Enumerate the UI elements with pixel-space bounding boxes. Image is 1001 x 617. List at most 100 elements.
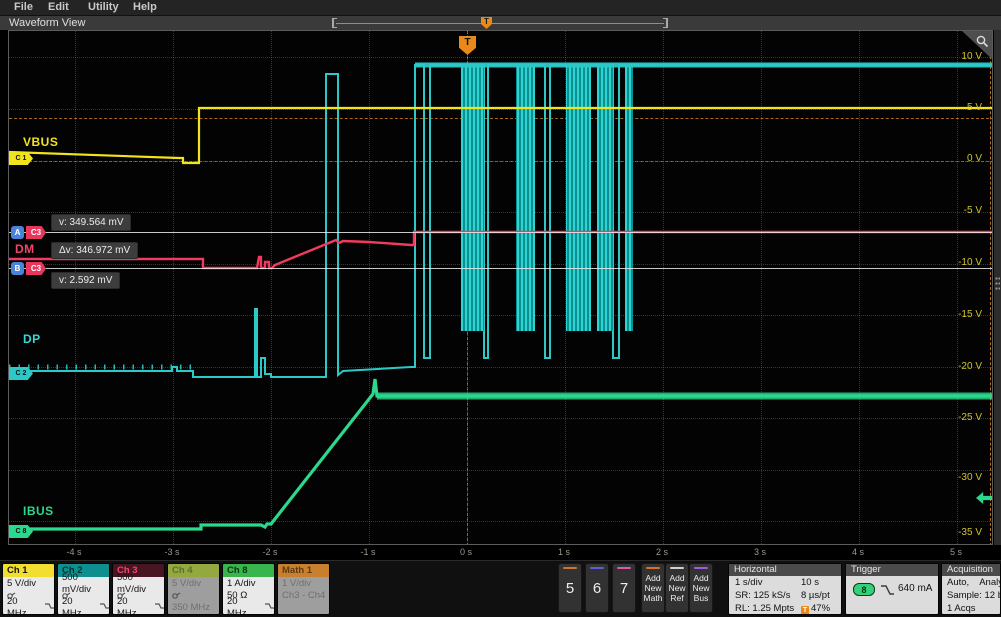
y-axis-label: -20 V bbox=[958, 361, 982, 372]
channel-badge-header: Math 1 bbox=[278, 564, 329, 577]
button-number: 5 bbox=[559, 580, 581, 597]
channel-scale: 5 V/div bbox=[7, 578, 54, 590]
button-number: 7 bbox=[613, 580, 635, 597]
button-color-stripe bbox=[590, 567, 604, 569]
x-axis-label: 1 s bbox=[558, 547, 570, 557]
horizontal-value: 8 µs/pt bbox=[801, 590, 830, 601]
record-trigger-marker[interactable]: T bbox=[481, 17, 492, 29]
cursor-b-line[interactable] bbox=[9, 268, 993, 269]
cursor-b-badge[interactable]: B bbox=[11, 262, 24, 275]
button-label: Add New Bus bbox=[690, 573, 712, 603]
channel-scale: 500 mV/div bbox=[117, 578, 164, 590]
channel-badge-ch8[interactable]: Ch 81 A/div50 Ω20 MHz bbox=[222, 563, 275, 615]
horizontal-value: T47% bbox=[801, 603, 830, 615]
channel-badge-ch4[interactable]: Ch 45 V/div350 MHz bbox=[167, 563, 220, 615]
trigger-panel-title: Trigger bbox=[846, 564, 938, 576]
x-axis-label: 2 s bbox=[656, 547, 668, 557]
channel-badge-body: 5 V/div 350 MHz bbox=[168, 577, 219, 615]
record-view-bar[interactable]: T bbox=[332, 18, 668, 28]
horizontal-panel-title: Horizontal bbox=[729, 564, 841, 576]
menu-item-utility[interactable]: Utility bbox=[88, 1, 119, 13]
acquisition-value: Sample: 12 bit bbox=[947, 590, 1001, 601]
channel-mid-row: Ch3 - Ch4 bbox=[282, 590, 329, 602]
x-axis-label: -1 s bbox=[360, 547, 375, 557]
acquisition-panel[interactable]: Acquisition Auto, Analy Sample: 12 bit 1 A… bbox=[941, 563, 1001, 615]
horizontal-value: 10 s bbox=[801, 577, 819, 588]
x-axis-label: -2 s bbox=[262, 547, 277, 557]
button-color-stripe bbox=[617, 567, 631, 569]
y-axis-label: -30 V bbox=[958, 472, 982, 483]
channel-badge-body: 1 A/div50 Ω20 MHz bbox=[223, 577, 274, 615]
horizontal-value: 1 s/div bbox=[735, 577, 762, 588]
channel-badge-ch1[interactable]: Ch 15 V/div20 MHz bbox=[2, 563, 55, 615]
x-axis-label: 5 s bbox=[950, 547, 962, 557]
y-axis-label: -35 V bbox=[958, 527, 982, 538]
time-axis: -4 s-3 s-2 s-1 s0 s1 s2 s3 s4 s5 s bbox=[0, 545, 1001, 560]
cursor-a-line[interactable] bbox=[9, 232, 993, 233]
channel-button-6[interactable]: 6 bbox=[585, 563, 609, 613]
menu-bar: File Edit Utility Help bbox=[0, 0, 1001, 16]
bandwidth-limit-icon bbox=[155, 602, 164, 610]
horizontal-panel[interactable]: Horizontal 1 s/div 10 s SR: 125 kS/s 8 µs/p… bbox=[728, 563, 842, 615]
trigger-level-value: 640 mA bbox=[898, 583, 932, 594]
button-color-stripe bbox=[563, 567, 577, 569]
label-dm: DM bbox=[15, 242, 35, 256]
acquisition-panel-title: Acquisition bbox=[942, 564, 1000, 576]
horizontal-value: SR: 125 kS/s bbox=[735, 590, 790, 601]
add-new-ref-button[interactable]: Add New Ref bbox=[665, 563, 689, 613]
channel-badge-body: 5 V/div20 MHz bbox=[3, 577, 54, 615]
bandwidth-limit-icon bbox=[265, 602, 274, 610]
add-new-math-button[interactable]: Add New Math bbox=[641, 563, 665, 613]
channel-bandwidth bbox=[282, 602, 329, 614]
channel-button-5[interactable]: 5 bbox=[558, 563, 582, 613]
bandwidth-limit-icon bbox=[100, 602, 109, 610]
waveform-plot[interactable]: VBUS DM DP IBUS C 1 C 2 C 8 A C3 B C3 v:… bbox=[8, 30, 993, 545]
label-dp: DP bbox=[23, 332, 41, 346]
add-new-bus-button[interactable]: Add New Bus bbox=[689, 563, 713, 613]
acquisition-value: 1 Acqs bbox=[947, 603, 976, 614]
y-axis-label: 10 V bbox=[961, 51, 982, 62]
channel-bandwidth: 350 MHz bbox=[172, 602, 219, 614]
tab-strip: Waveform View T bbox=[0, 16, 1001, 30]
cursor-b-readout: v: 2.592 mV bbox=[51, 272, 120, 289]
label-vbus: VBUS bbox=[23, 135, 58, 149]
channel-scale: 1 V/div bbox=[282, 578, 329, 590]
y-axis-label: 5 V bbox=[967, 102, 982, 113]
button-number: 6 bbox=[586, 580, 608, 597]
channel-scale: 5 V/div bbox=[172, 578, 219, 590]
menu-item-file[interactable]: File bbox=[14, 1, 33, 13]
x-axis-label: -4 s bbox=[66, 547, 81, 557]
channel-badge-ch2[interactable]: Ch 2500 mV/div20 MHz bbox=[57, 563, 110, 615]
y-axis-label: -5 V bbox=[964, 205, 982, 216]
channel-bandwidth: 20 MHz bbox=[117, 602, 164, 614]
y-axis-label: -15 V bbox=[958, 309, 982, 320]
bandwidth-limit-icon bbox=[45, 602, 54, 610]
x-axis-label: 4 s bbox=[852, 547, 864, 557]
trigger-position-icon: T bbox=[801, 606, 809, 615]
y-axis-label: -25 V bbox=[958, 412, 982, 423]
channel-button-7[interactable]: 7 bbox=[612, 563, 636, 613]
channel-badge-math1[interactable]: Math 11 V/divCh3 - Ch4 bbox=[277, 563, 330, 615]
channel-scale: 1 A/div bbox=[227, 578, 274, 590]
channel-mid-row bbox=[172, 590, 219, 602]
trigger-source-badge: 8 bbox=[853, 583, 875, 596]
channel-scale: 500 mV/div bbox=[62, 578, 109, 590]
channel-bandwidth: 20 MHz bbox=[227, 602, 274, 614]
cursor-a-badge[interactable]: A bbox=[11, 226, 24, 239]
channel-badge-body: 500 mV/div 20 MHz bbox=[113, 577, 164, 615]
button-color-stripe bbox=[694, 567, 708, 569]
menu-item-edit[interactable]: Edit bbox=[48, 1, 69, 13]
cursor-a-readout: v: 349.564 mV bbox=[51, 214, 131, 231]
menu-item-help[interactable]: Help bbox=[133, 1, 157, 13]
channel-badge-header: Ch 8 bbox=[223, 564, 274, 577]
x-axis-label: 0 s bbox=[460, 547, 472, 557]
channel-badge-ch3[interactable]: Ch 3500 mV/div20 MHz bbox=[112, 563, 165, 615]
drag-grip-icon[interactable] bbox=[995, 276, 1000, 292]
oscilloscope-screen: File Edit Utility Help Waveform View T bbox=[0, 0, 1001, 617]
acquisition-value: Auto, Analy bbox=[947, 577, 1001, 588]
waveforms-svg bbox=[9, 31, 993, 545]
y-axis-label: -10 V bbox=[958, 257, 982, 268]
tab-waveform-view[interactable]: Waveform View bbox=[9, 17, 85, 29]
trigger-panel[interactable]: Trigger 8 640 mA bbox=[845, 563, 939, 615]
probe-icon bbox=[172, 592, 181, 600]
